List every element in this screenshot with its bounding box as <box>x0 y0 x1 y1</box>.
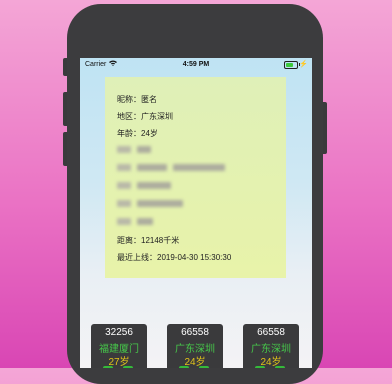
redacted-label <box>117 182 131 190</box>
user-id: 32256 <box>105 327 133 338</box>
redacted-value <box>137 164 167 172</box>
profile-card: 昵称：匿名 地区：广东深圳 年龄：24岁 距离：12148千米 最近上线：201… <box>105 77 286 278</box>
user-card-2[interactable]: 66558 广东深圳 24岁 <box>167 324 223 368</box>
distance-row: 距离：12148千米 <box>117 236 180 245</box>
redacted-value <box>137 218 153 226</box>
redacted-value <box>173 164 225 172</box>
status-time: 4:59 PM <box>182 61 210 68</box>
battery-icon <box>284 61 298 69</box>
power-button <box>323 102 327 154</box>
nickname-row: 昵称：匿名 <box>117 95 157 104</box>
redacted-label <box>117 164 131 172</box>
redacted-value <box>137 182 171 190</box>
redacted-label <box>117 218 131 226</box>
redacted-row-4 <box>117 199 183 208</box>
redacted-label <box>117 146 131 154</box>
charging-icon: ⚡ <box>299 61 308 68</box>
redacted-row-5 <box>117 217 153 226</box>
status-bar: Carrier 4:59 PM ⚡ <box>80 58 312 72</box>
user-card-1[interactable]: 32256 福建厦门 27岁 <box>91 324 147 368</box>
user-card-3[interactable]: 66558 广东深圳 24岁 <box>243 324 299 368</box>
last-online-row: 最近上线：2019-04-30 15:30:30 <box>117 253 232 262</box>
redacted-label <box>117 200 131 208</box>
redacted-value <box>137 146 151 154</box>
user-age: 24岁 <box>260 357 282 368</box>
redacted-row-2 <box>117 163 225 172</box>
age-row: 年龄：24岁 <box>117 129 158 138</box>
user-id: 66558 <box>257 327 285 338</box>
redacted-row-3 <box>117 181 171 190</box>
user-age: 27岁 <box>108 357 130 368</box>
redacted-row-1 <box>117 145 151 154</box>
user-age: 24岁 <box>184 357 206 368</box>
redacted-value <box>137 200 183 208</box>
battery-fill <box>286 63 293 67</box>
region-row: 地区：广东深圳 <box>117 112 173 121</box>
phone-screen: Carrier 4:59 PM ⚡ 昵称：匿名 地区：广东深圳 年龄：24岁 距… <box>80 58 312 368</box>
user-id: 66558 <box>181 327 209 338</box>
